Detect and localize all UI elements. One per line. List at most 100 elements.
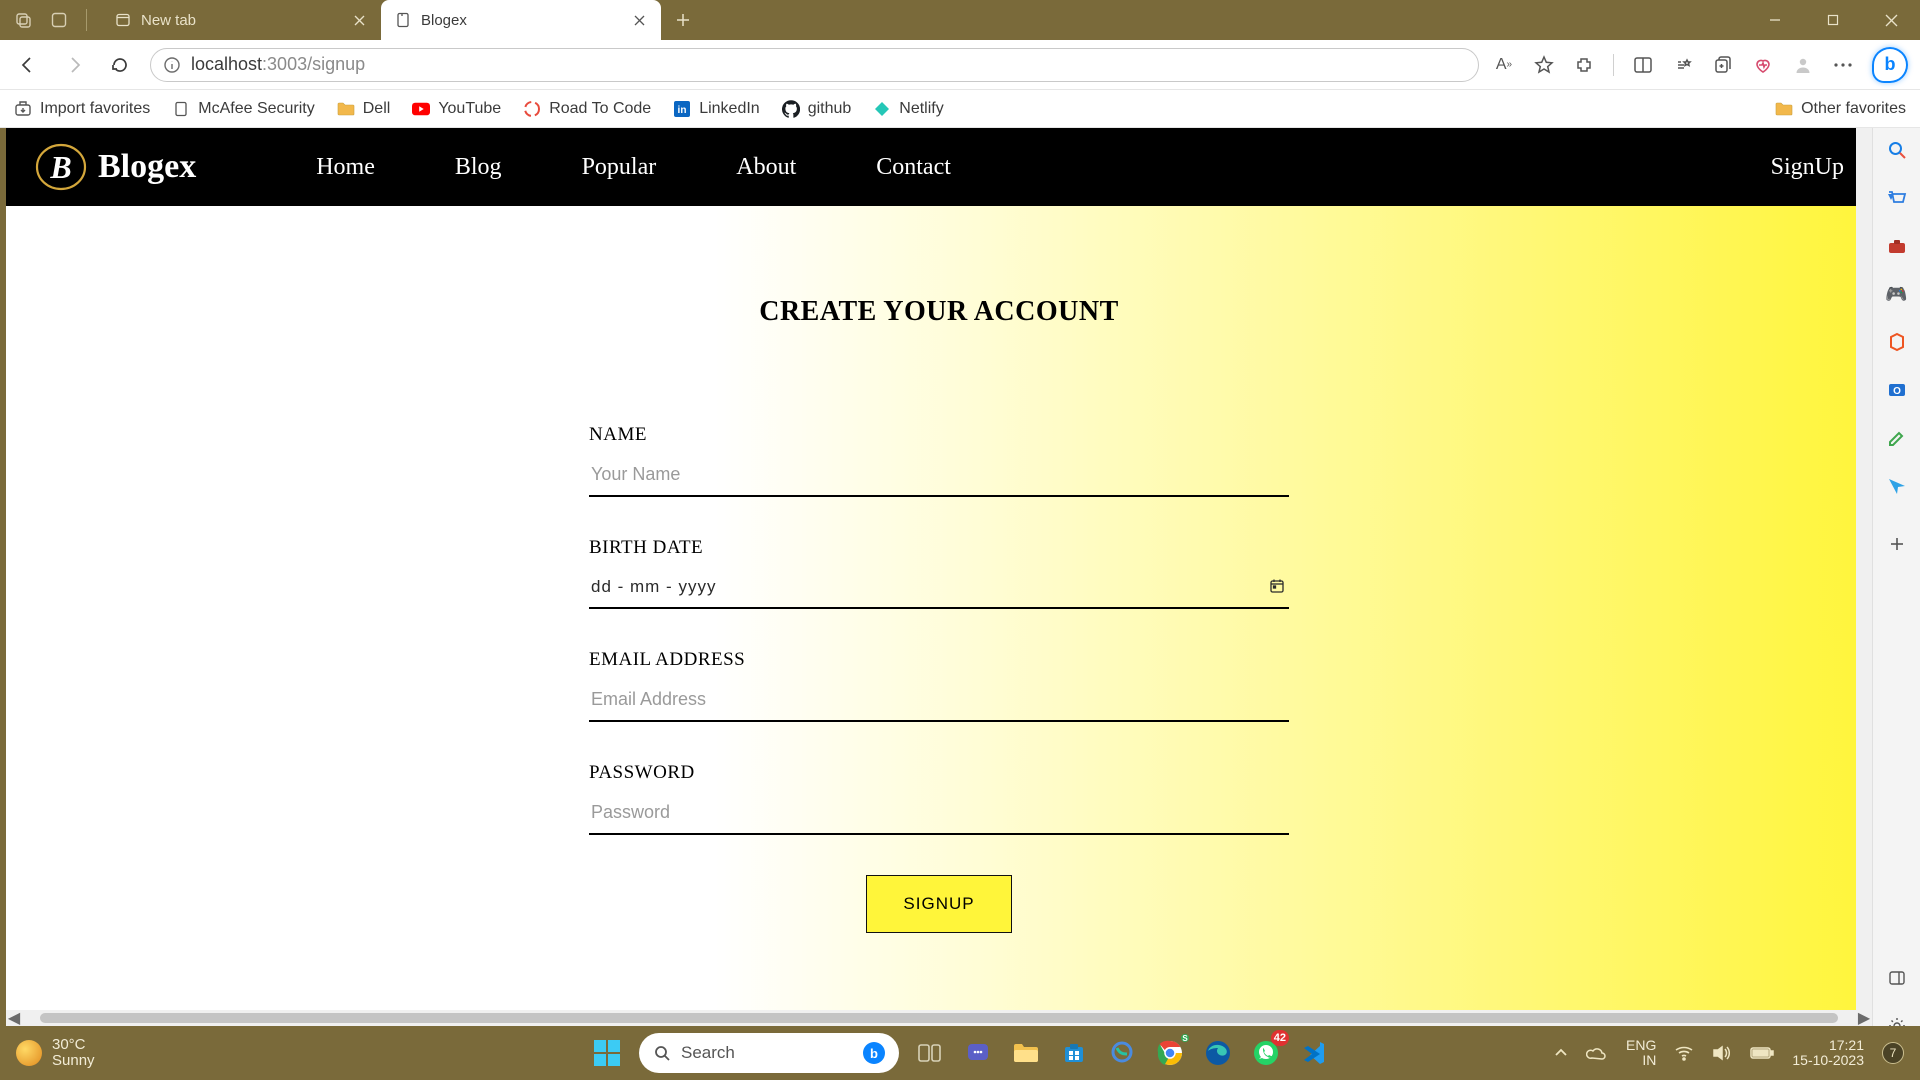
tray-battery-icon[interactable] [1750,1046,1774,1060]
nav-about[interactable]: About [736,154,796,181]
field-email: EMAIL ADDRESS [589,649,1289,722]
tray-language[interactable]: ENG IN [1626,1038,1656,1069]
weather-temp: 30°C [52,1037,95,1054]
svg-text:in: in [678,105,687,116]
app-edge[interactable] [1199,1034,1237,1072]
tray-clock[interactable]: 17:21 15-10-2023 [1792,1038,1864,1069]
bookmark-netlify[interactable]: Netlify [873,100,943,118]
tray-cloud-icon[interactable] [1586,1045,1608,1061]
favorites-list-icon[interactable] [1672,54,1694,76]
search-icon[interactable] [1885,138,1909,162]
close-icon[interactable] [631,12,647,28]
tray-notifications[interactable]: 7 [1882,1042,1904,1064]
extensions-icon[interactable] [1573,54,1595,76]
page-body: CREATE YOUR ACCOUNT NAME BIRTH DATE dd -… [6,206,1872,1010]
site-header: B Blogex Home Blog Popular About Contact… [6,128,1872,206]
app-whatsapp[interactable]: 42 [1247,1034,1285,1072]
tray-overflow-icon[interactable] [1554,1048,1568,1058]
label-email: EMAIL ADDRESS [589,649,1289,671]
app-taskview[interactable] [911,1034,949,1072]
close-window-button[interactable] [1862,0,1920,40]
whatsapp-badge: 42 [1271,1030,1289,1046]
shopping-icon[interactable] [1885,186,1909,210]
hide-sidebar-icon[interactable] [1885,966,1909,990]
edit-icon[interactable] [1885,426,1909,450]
app-store[interactable] [1055,1034,1093,1072]
nav-popular[interactable]: Popular [582,154,657,181]
m365-icon[interactable] [1885,330,1909,354]
nav-home[interactable]: Home [316,154,375,181]
input-email[interactable] [589,683,1289,722]
bing-chat-icon[interactable]: b [1872,47,1908,83]
favorite-icon[interactable] [1533,54,1555,76]
games-icon[interactable]: 🎮 [1885,282,1909,306]
input-password[interactable] [589,796,1289,835]
maximize-button[interactable] [1804,0,1862,40]
bookmark-dell[interactable]: Dell [337,100,391,118]
app-explorer[interactable] [1007,1034,1045,1072]
app-chat[interactable] [959,1034,997,1072]
calendar-icon[interactable] [1269,578,1287,596]
scrollbar-horizontal[interactable]: ◀ ▶ [6,1010,1872,1026]
new-tab-button[interactable] [667,4,699,36]
read-aloud-icon[interactable]: A» [1493,54,1515,76]
github-icon [782,100,800,118]
workspace-icon[interactable] [50,11,68,29]
weather-widget[interactable]: 30°C Sunny [16,1037,95,1070]
tab-blogex[interactable]: Blogex [381,0,661,40]
app-vscode[interactable] [1295,1034,1333,1072]
url-input[interactable]: localhost:3003/signup [150,48,1479,82]
scrollbar-thumb[interactable] [40,1013,1838,1023]
add-side-icon[interactable] [1885,532,1909,556]
outlook-icon[interactable]: O [1885,378,1909,402]
taskbar-center: Search b S 42 [587,1033,1333,1073]
main-nav: Home Blog Popular About Contact [316,154,951,181]
input-name[interactable] [589,458,1289,497]
tray-volume-icon[interactable] [1712,1045,1732,1061]
profile-icon[interactable] [1792,54,1814,76]
signup-button[interactable]: SIGNUP [866,875,1011,933]
page: B Blogex Home Blog Popular About Contact… [6,128,1872,1010]
bookmark-youtube[interactable]: YouTube [412,100,501,118]
nav-signup[interactable]: SignUp [1771,154,1844,181]
nav-blog[interactable]: Blog [455,154,502,181]
input-birthdate[interactable]: dd - mm - yyyy [589,571,1289,609]
nav-contact[interactable]: Contact [876,154,951,181]
bing-icon: b [863,1042,885,1064]
site-logo[interactable]: B Blogex [34,140,196,194]
browser-essentials-icon[interactable] [1752,54,1774,76]
minimize-button[interactable] [1746,0,1804,40]
bookmark-linkedin[interactable]: in LinkedIn [673,100,760,118]
more-icon[interactable] [1832,54,1854,76]
bookmark-road-to-code[interactable]: Road To Code [523,100,651,118]
bookmark-import-favorites[interactable]: Import favorites [14,100,150,118]
tray-wifi-icon[interactable] [1674,1045,1694,1061]
taskbar-search[interactable]: Search b [639,1033,899,1073]
app-copilot[interactable] [1103,1034,1141,1072]
field-name: NAME [589,424,1289,497]
bookmark-github[interactable]: github [782,100,852,118]
bookmark-other-favorites[interactable]: Other favorites [1775,100,1906,118]
app-chrome[interactable]: S [1151,1034,1189,1072]
scroll-right-icon[interactable]: ▶ [1856,1010,1872,1026]
svg-text:B: B [49,149,71,185]
collections-icon[interactable] [1712,54,1734,76]
back-button[interactable] [12,49,44,81]
bookmark-mcafee[interactable]: McAfee Security [172,100,314,118]
site-info-icon[interactable] [163,56,181,74]
split-screen-icon[interactable] [1632,54,1654,76]
drop-icon[interactable] [1885,474,1909,498]
close-icon[interactable] [351,12,367,28]
folder-icon [1775,100,1793,118]
tab-new-tab[interactable]: New tab [101,0,381,40]
tools-icon[interactable] [1885,234,1909,258]
forward-button[interactable] [58,49,90,81]
start-button[interactable] [587,1033,627,1073]
addr-actions: A» b [1493,47,1908,83]
tab-actions-icon[interactable] [14,11,32,29]
tab-title: New tab [141,12,196,29]
refresh-button[interactable] [104,49,136,81]
scrollbar-vertical[interactable] [1856,128,1872,1010]
scroll-left-icon[interactable]: ◀ [6,1010,22,1026]
weather-text: Sunny [52,1053,95,1070]
